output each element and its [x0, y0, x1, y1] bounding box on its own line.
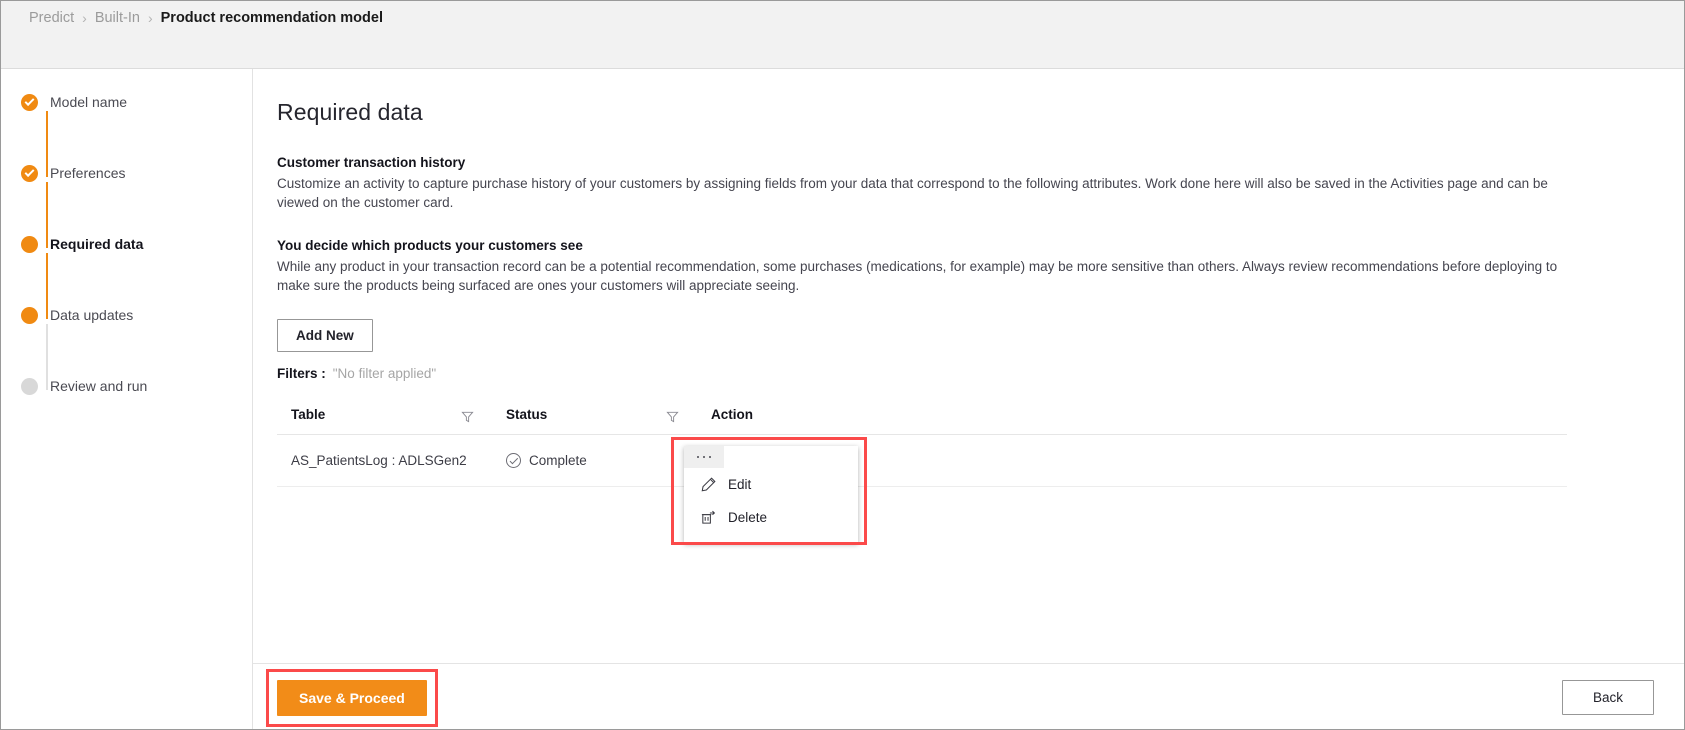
- breadcrumb-item-built-in[interactable]: Built-In: [95, 10, 140, 26]
- ellipsis-dot: [697, 456, 700, 459]
- cell-table-name: AS_PatientsLog : ADLSGen2: [277, 435, 492, 487]
- table-body: AS_PatientsLog : ADLSGen2 Complete: [277, 435, 1567, 487]
- step-status-complete-icon: [21, 94, 38, 111]
- step-status-complete-icon: [21, 165, 38, 182]
- sidebar-item-label: Required data: [50, 233, 143, 254]
- column-header-status: Status: [492, 401, 697, 435]
- step-marker: [19, 233, 39, 253]
- column-header-label: Table: [291, 407, 325, 422]
- filter-icon[interactable]: [666, 410, 679, 423]
- section-customer-transaction-history: Customer transaction history Customize a…: [277, 155, 1654, 212]
- trash-icon: [700, 509, 717, 526]
- ellipsis-dot: [709, 456, 712, 459]
- column-header-table: Table: [277, 401, 492, 435]
- column-header-label: Action: [711, 407, 753, 422]
- section-heading: Customer transaction history: [277, 155, 1654, 170]
- add-new-button[interactable]: Add New: [277, 319, 373, 352]
- section-body: Customize an activity to capture purchas…: [277, 174, 1577, 212]
- main-content: Required data Customer transaction histo…: [253, 69, 1685, 730]
- section-body: While any product in your transaction re…: [277, 257, 1577, 295]
- save-and-proceed-button[interactable]: Save & Proceed: [277, 680, 427, 716]
- menu-item-delete[interactable]: Delete: [684, 501, 858, 534]
- wizard-stepper: Model name Preferences Required data: [1, 69, 253, 730]
- step-marker: [19, 162, 39, 182]
- menu-item-edit[interactable]: Edit: [684, 468, 858, 501]
- action-ellipsis-button[interactable]: [684, 446, 724, 468]
- filter-icon[interactable]: [461, 410, 474, 423]
- breadcrumb-separator-icon: ›: [82, 10, 87, 26]
- sidebar-item-label: Review and run: [50, 375, 147, 396]
- step-connector: [46, 182, 49, 248]
- sidebar-item-label: Preferences: [50, 162, 125, 183]
- menu-item-label: Edit: [728, 477, 751, 492]
- breadcrumb-item-predict[interactable]: Predict: [29, 10, 74, 26]
- step-marker: [19, 375, 39, 395]
- sidebar-item-label: Model name: [50, 91, 127, 112]
- menu-item-label: Delete: [728, 510, 767, 525]
- filters-value: "No filter applied": [333, 366, 436, 381]
- table-head: Table Status: [277, 401, 1567, 435]
- step-connector: [46, 324, 49, 390]
- body-area: Model name Preferences Required data: [1, 69, 1685, 730]
- breadcrumb: Predict › Built-In › Product recommendat…: [29, 10, 383, 26]
- column-header-action: Action: [697, 401, 1567, 435]
- step-status-active-icon: [21, 236, 38, 253]
- page-title: Required data: [277, 99, 1654, 126]
- pencil-icon: [700, 476, 717, 493]
- ellipsis-dot: [703, 456, 706, 459]
- cell-status: Complete: [492, 435, 697, 487]
- status-badge: Complete: [529, 453, 587, 468]
- sidebar-item-required-data[interactable]: Required data: [1, 233, 252, 304]
- application-window: Predict › Built-In › Product recommendat…: [0, 0, 1685, 730]
- save-button-wrapper: Save & Proceed: [277, 680, 427, 716]
- step-connector: [46, 111, 49, 177]
- table-header-row: Table Status: [277, 401, 1567, 435]
- column-header-label: Status: [506, 407, 547, 422]
- sidebar-item-model-name[interactable]: Model name: [1, 91, 252, 162]
- breadcrumb-item-current: Product recommendation model: [161, 10, 383, 26]
- step-marker: [19, 304, 39, 324]
- step-status-inactive-icon: [21, 378, 38, 395]
- content-inner: Required data Customer transaction histo…: [253, 69, 1685, 663]
- back-button[interactable]: Back: [1562, 680, 1654, 715]
- sidebar-item-review-and-run[interactable]: Review and run: [1, 375, 252, 446]
- step-marker: [19, 91, 39, 111]
- section-you-decide-which-products: You decide which products your customers…: [277, 238, 1654, 295]
- step-status-pending-icon: [21, 307, 38, 324]
- filters-label: Filters :: [277, 366, 326, 381]
- required-data-table: Table Status: [277, 401, 1567, 487]
- sidebar-item-data-updates[interactable]: Data updates: [1, 304, 252, 375]
- footer-bar: Save & Proceed Back: [253, 663, 1685, 730]
- filters-row: Filters : "No filter applied": [277, 366, 1654, 381]
- sidebar-item-label: Data updates: [50, 304, 133, 325]
- sidebar-item-preferences[interactable]: Preferences: [1, 162, 252, 233]
- section-heading: You decide which products your customers…: [277, 238, 1654, 253]
- breadcrumb-separator-icon: ›: [148, 10, 153, 26]
- step-connector: [46, 253, 49, 319]
- breadcrumb-bar: Predict › Built-In › Product recommendat…: [1, 1, 1684, 69]
- check-circle-icon: [506, 453, 521, 468]
- table-row[interactable]: AS_PatientsLog : ADLSGen2 Complete: [277, 435, 1567, 487]
